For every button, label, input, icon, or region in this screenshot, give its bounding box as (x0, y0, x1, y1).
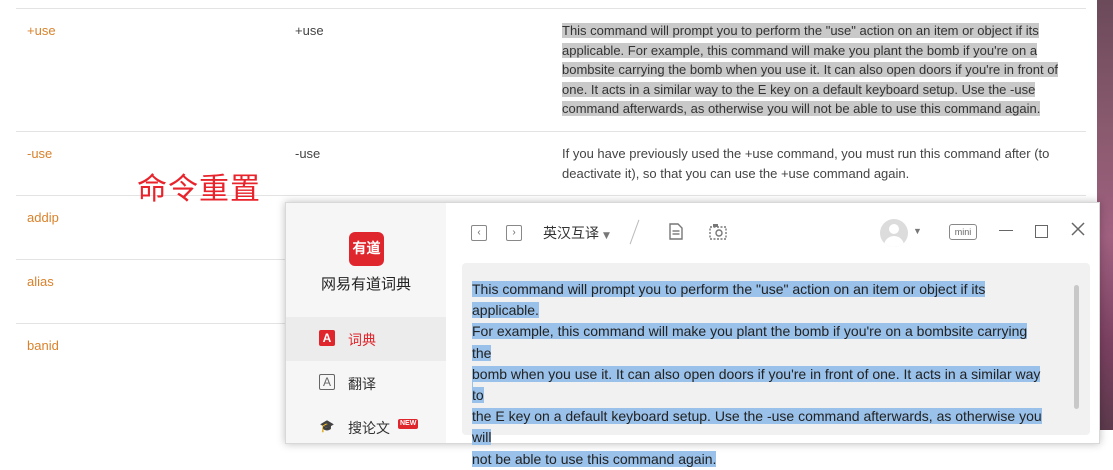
command-name-link[interactable]: +use (27, 23, 56, 38)
description-line: applicable. For example, this command wi… (562, 42, 1038, 58)
avatar[interactable] (880, 219, 908, 247)
sidebar: 有道 网易有道词典 A 词典 A 翻译 🎓 搜论文 NEW (286, 203, 446, 443)
command-name-link[interactable]: alias (27, 274, 54, 289)
description-line: command afterwards, as otherwise you wil… (562, 101, 1041, 116)
scrollbar[interactable] (1074, 285, 1079, 409)
dictionary-icon: A (319, 330, 335, 346)
paper-search-icon: 🎓 (319, 419, 335, 433)
screenshot-icon[interactable] (709, 223, 727, 240)
toolbar-divider (629, 219, 640, 245)
document-icon[interactable] (669, 223, 683, 240)
command-name-link[interactable]: banid (27, 338, 59, 353)
input-line: For example, this command will make you … (472, 323, 1028, 361)
mini-mode-button[interactable]: mini (949, 224, 977, 240)
chevron-down-icon: ▼ (603, 231, 610, 241)
close-icon[interactable] (1070, 221, 1086, 237)
translate-icon: A (319, 374, 335, 390)
command-syntax: -use (295, 146, 321, 161)
sidebar-item-label: 词典 (348, 333, 376, 349)
description-line: If you have previously used the +use com… (562, 146, 1050, 161)
description-line: one. It acts in a similar way to the E k… (562, 81, 1036, 97)
app-name: 网易有道词典 (320, 275, 411, 293)
language-select-value: 英汉互译 (543, 226, 599, 242)
maximize-button[interactable] (1035, 225, 1048, 238)
new-badge: NEW (398, 419, 419, 429)
command-name-link[interactable]: -use (27, 146, 52, 161)
input-line: the E key on a default keyboard setup. U… (472, 408, 1042, 446)
youdao-logo: 有道 (349, 232, 384, 266)
minimize-button[interactable] (999, 230, 1013, 231)
input-text[interactable]: This command will prompt you to perform … (472, 279, 1044, 470)
table-row: +use +use This command will prompt you t… (16, 8, 1086, 132)
input-line: This command will prompt you to perform … (472, 281, 986, 319)
sidebar-item-dictionary[interactable]: A 词典 (286, 317, 446, 361)
language-select[interactable]: 英汉互译 ▼ (543, 223, 610, 243)
annotation-text: 命令重置 (137, 172, 261, 207)
back-button[interactable]: ‹ (471, 225, 487, 241)
sidebar-item-label: 翻译 (348, 377, 376, 393)
youdao-dictionary-window: 有道 网易有道词典 A 词典 A 翻译 🎓 搜论文 NEW ‹ › 英汉互译 ▼ (285, 202, 1100, 467)
command-name-link[interactable]: addip (27, 210, 59, 225)
sidebar-item-translate[interactable]: A 翻译 (286, 361, 446, 405)
input-line: bomb when you use it. It can also open d… (472, 365, 1041, 404)
text-caret (472, 381, 473, 401)
command-syntax: +use (295, 23, 324, 38)
chevron-down-icon[interactable]: ▼ (913, 226, 922, 236)
forward-button[interactable]: › (506, 225, 522, 241)
sidebar-item-paper-search[interactable]: 🎓 搜论文 NEW (286, 405, 446, 449)
command-description: This command will prompt you to perform … (562, 21, 1082, 119)
command-description: If you have previously used the +use com… (562, 144, 1082, 183)
description-line: This command will prompt you to perform … (562, 23, 1039, 38)
description-line: deactivate it), so that you can use the … (562, 165, 910, 181)
input-line: not be able to use this command again. (472, 450, 717, 467)
translation-input[interactable]: This command will prompt you to perform … (462, 263, 1090, 467)
sidebar-item-label: 搜论文 (348, 421, 390, 437)
toolbar: ‹ › 英汉互译 ▼ ▼ mini (446, 203, 1099, 261)
description-line: bombsite carrying the bomb when you use … (562, 62, 1059, 77)
